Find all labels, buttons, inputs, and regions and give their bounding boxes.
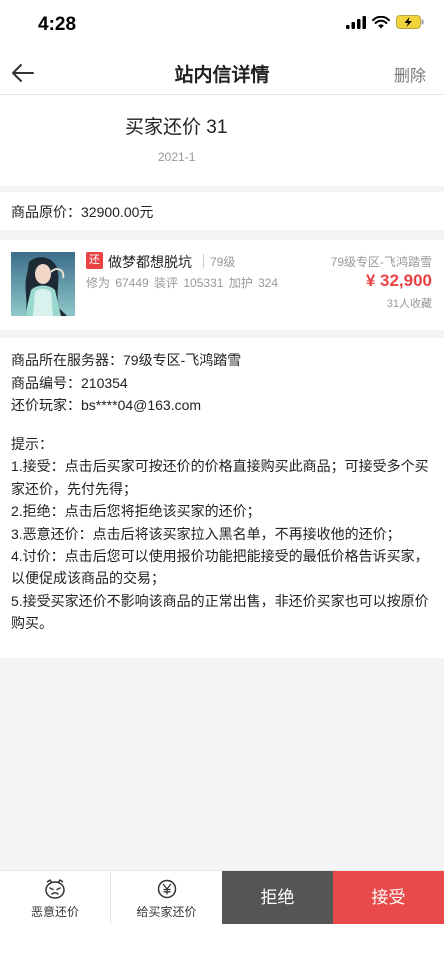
original-price: 商品原价：32900.00元 [11,204,154,220]
yen-coin-icon [157,879,176,899]
tip-item: 1.接受：点击后买家可按还价的价格直接购买此商品；可接受多个买家还价，先付先得； [11,458,429,497]
product-name: 做梦都想脱坑 [108,254,192,270]
nav-bar: 站内信详情 删除 [0,52,444,94]
delete-button[interactable]: 删除 [394,62,426,86]
name-separator [203,254,204,268]
message-title: 买家还价 31 [125,117,228,138]
counter-offer-tag: 还 [86,252,103,269]
product-price: ¥ 32,900 [365,271,432,290]
status-icons [346,15,424,29]
reject-button[interactable]: 拒绝 [222,871,333,925]
tips-heading: 提示： [11,436,53,452]
counter-offer-button[interactable]: 给买家还价 [111,871,222,925]
message-body: 商品所在服务器：79级专区-飞鸿踏雪 商品编号：210354 还价玩家：bs**… [0,338,444,658]
product-server: 79级专区-飞鸿踏雪 [330,255,432,269]
bottom-action-bar: 恶意还价 给买家还价 拒绝 接受 [0,870,444,925]
tip-item: 3.恶意还价：点击后将该买家拉入黑名单，不再接收他的还价； [11,525,401,542]
message-date: 2021-1 [158,150,196,164]
accept-button[interactable]: 接受 [333,871,444,925]
angry-face-icon [45,879,65,899]
original-price-card: 商品原价：32900.00元 [0,192,444,230]
product-avatar [11,252,75,316]
malicious-offer-label: 恶意还价 [30,905,79,919]
blur-overlay [230,100,444,184]
product-stats: 修为 67449 装评 105331 加护 324 [86,276,279,290]
product-level: 79级 [210,255,236,269]
wifi-icon [372,15,390,28]
malicious-offer-button[interactable]: 恶意还价 [0,871,110,925]
player-line: 还价玩家：bs****04@163.com [11,397,202,413]
tips-block: 提示： 1.接受：点击后买家可按还价的价格直接购买此商品；可接受多个买家还价，先… [11,433,436,635]
tip-item: 5.接受买家还价不影响该商品的正常出售，非还价买家也可以按原价购买。 [11,592,429,632]
status-bar: 4:28 [0,0,444,52]
page-title: 站内信详情 [174,65,270,86]
message-header: 买家还价 31 2021-1 [0,95,444,186]
battery-icon [396,15,424,29]
server-line: 商品所在服务器：79级专区-飞鸿踏雪 [11,352,242,368]
home-indicator-area [0,924,444,960]
tip-item: 4.讨价：点击后您可以使用报价功能把能接受的最低价格告诉买家，以便促成该商品的交… [11,548,429,587]
product-card[interactable]: 还 做梦都想脱坑 79级 79级专区-飞鸿踏雪 修为 67449 装评 1053… [0,240,444,330]
counter-offer-label: 给买家还价 [136,905,197,919]
product-favorites: 31人收藏 [386,298,432,310]
item-id-line: 商品编号：210354 [11,375,128,391]
tip-item: 2.拒绝：点击后您将拒绝该买家的还价； [11,503,261,520]
signal-icon [346,15,366,29]
status-time: 4:28 [38,14,77,35]
